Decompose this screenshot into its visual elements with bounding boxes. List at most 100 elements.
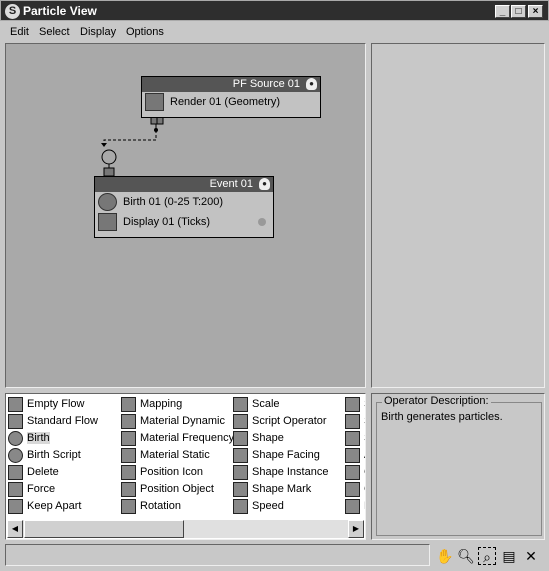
depot-item[interactable]: Script Operator — [232, 413, 327, 430]
depot-item[interactable]: Delete — [7, 464, 59, 481]
operator-icon — [121, 465, 136, 480]
node-title: Event 01 — [209, 178, 253, 190]
operator-icon — [8, 499, 23, 514]
event-node[interactable]: Event 01 ● Birth 01 (0-25 T:200) Display … — [94, 176, 274, 238]
depot-item[interactable]: C — [344, 464, 365, 481]
depot-item[interactable]: A — [344, 447, 365, 464]
item-label: Mapping — [140, 398, 183, 410]
depot-item[interactable]: Shape — [232, 430, 284, 447]
operator-icon — [345, 499, 360, 514]
depot-item[interactable]: Position Icon — [120, 464, 203, 481]
depot-item[interactable]: S — [344, 396, 365, 413]
operator-icon — [8, 482, 23, 497]
menu-select[interactable]: Select — [39, 26, 70, 38]
depot-item[interactable]: Rotation — [120, 498, 181, 515]
description-legend: Operator Description: — [382, 395, 491, 407]
item-label: S — [364, 415, 365, 427]
scroll-left-button[interactable]: ◀ — [7, 520, 23, 538]
operator-icon — [8, 397, 23, 412]
menu-bar: Edit Select Display Options — [0, 22, 549, 41]
item-label: C — [364, 483, 365, 495]
close-button[interactable]: × — [528, 5, 543, 18]
item-label: Scale — [252, 398, 280, 410]
depot-item[interactable]: Material Static — [120, 447, 210, 464]
item-label: Script Operator — [252, 415, 327, 427]
operator-icon — [345, 414, 360, 429]
operator-render[interactable]: Render 01 (Geometry) — [142, 92, 320, 112]
item-label: S — [364, 398, 365, 410]
maximize-button[interactable]: □ — [511, 5, 526, 18]
item-label: Empty Flow — [27, 398, 85, 410]
pf-source-node[interactable]: PF Source 01 ● Render 01 (Geometry) — [141, 76, 321, 118]
depot-item[interactable]: S — [344, 430, 365, 447]
item-label: F — [364, 500, 365, 512]
pan-icon[interactable]: ✋ — [436, 547, 454, 565]
zoom-extents-icon[interactable]: ▤ — [500, 547, 518, 565]
depot-item[interactable]: Empty Flow — [7, 396, 84, 413]
node-header[interactable]: Event 01 ● — [95, 177, 273, 192]
window-title: Particle View — [23, 4, 97, 18]
operator-icon — [233, 448, 248, 463]
depot-item[interactable]: Material Frequency — [120, 430, 234, 447]
depot-item[interactable]: S — [344, 413, 365, 430]
menu-edit[interactable]: Edit — [10, 26, 29, 38]
item-label: Speed — [252, 500, 284, 512]
item-label: Position Object — [140, 483, 214, 495]
depot-item[interactable]: Force — [7, 481, 55, 498]
operator-birth[interactable]: Birth 01 (0-25 T:200) — [95, 192, 273, 212]
operator-label: Render 01 (Geometry) — [170, 96, 281, 108]
item-label: Position Icon — [140, 466, 203, 478]
particle-graph-canvas[interactable]: PF Source 01 ● Render 01 (Geometry) Event… — [5, 43, 366, 388]
item-label: Material Frequency — [140, 432, 235, 444]
parameters-panel — [371, 43, 545, 388]
item-label: Shape Mark — [252, 483, 312, 495]
depot-item[interactable]: Birth Script — [7, 447, 81, 464]
item-label: Force — [27, 483, 56, 495]
depot-item[interactable]: Shape Mark — [232, 481, 311, 498]
depot-item[interactable]: Shape Instance — [232, 464, 328, 481]
item-label: S — [364, 432, 365, 444]
zoom-icon[interactable]: 🔍︎ — [457, 547, 475, 565]
no-zoom-icon[interactable]: ✕ — [522, 547, 540, 565]
item-label: Shape — [252, 432, 284, 444]
operator-display[interactable]: Display 01 (Ticks) — [95, 212, 273, 232]
depot-item[interactable]: Speed — [232, 498, 284, 515]
depot-item[interactable]: Birth — [7, 430, 50, 447]
horizontal-scrollbar[interactable]: ◀ ▶ — [7, 520, 364, 538]
operator-icon — [8, 431, 23, 446]
operator-icon — [233, 397, 248, 412]
item-label: Delete — [27, 466, 59, 478]
birth-icon — [98, 193, 117, 211]
minimize-button[interactable]: _ — [495, 5, 510, 18]
scroll-right-button[interactable]: ▶ — [348, 520, 364, 538]
depot-item[interactable]: Standard Flow — [7, 413, 98, 430]
scroll-thumb[interactable] — [24, 520, 184, 538]
zoom-region-icon[interactable]: ⌕ — [478, 547, 496, 565]
depot-item[interactable]: Scale — [232, 396, 280, 413]
depot-item[interactable]: Keep Apart — [7, 498, 81, 515]
operator-description-panel: Operator Description: Birth generates pa… — [371, 393, 545, 540]
operator-icon — [8, 414, 23, 429]
depot-item[interactable]: Mapping — [120, 396, 182, 413]
operator-icon — [233, 414, 248, 429]
depot-item[interactable]: F — [344, 498, 365, 515]
display-color-swatch[interactable] — [258, 218, 266, 226]
depot-item[interactable]: C — [344, 481, 365, 498]
operator-icon — [345, 465, 360, 480]
depot-list[interactable]: Empty Flow Standard Flow Birth Birth Script… — [5, 393, 366, 540]
operator-icon — [121, 448, 136, 463]
menu-options[interactable]: Options — [126, 26, 164, 38]
operator-icon — [233, 482, 248, 497]
menu-display[interactable]: Display — [80, 26, 116, 38]
depot-item[interactable]: Position Object — [120, 481, 214, 498]
item-label: Standard Flow — [27, 415, 98, 427]
item-label: A — [364, 449, 365, 461]
depot-item[interactable]: Shape Facing — [232, 447, 320, 464]
node-header[interactable]: PF Source 01 ● — [142, 77, 320, 92]
item-label: Keep Apart — [27, 500, 82, 512]
operator-icon — [8, 465, 23, 480]
operator-icon — [233, 465, 248, 480]
lightbulb-icon[interactable]: ● — [259, 178, 270, 190]
depot-item[interactable]: Material Dynamic — [120, 413, 225, 430]
lightbulb-icon[interactable]: ● — [306, 78, 317, 90]
